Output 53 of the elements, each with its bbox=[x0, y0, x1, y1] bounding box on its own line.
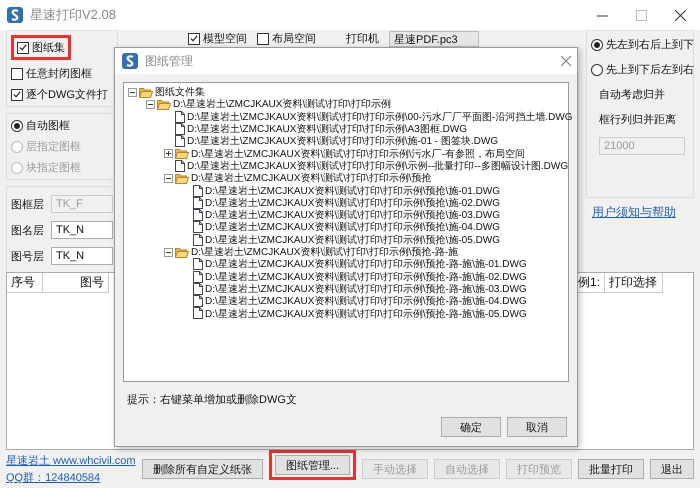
action-button[interactable]: 批量打印 bbox=[578, 459, 644, 479]
tree-item[interactable]: D:\星速岩土\ZMCJKAUX资料\测试\打印\打印示例\预抢-路-施\施-05.DWG bbox=[205, 306, 527, 320]
tree-item[interactable]: D:\星速岩土\ZMCJKAUX资料\测试\打印\打印示例\预抢-路-施\施-03.DWG bbox=[205, 282, 527, 296]
window-title: 星速打印V2.08 bbox=[30, 6, 117, 24]
tree-item[interactable]: D:\星速岩土\ZMCJKAUX资料\测试\打印\打印示例\预抢 bbox=[191, 171, 432, 186]
printer-dropdown[interactable]: 星速PDF.pc3 bbox=[389, 31, 479, 47]
help-link[interactable]: 用户须知与帮助 bbox=[586, 204, 694, 221]
tree-item[interactable]: D:\星速岩土\ZMCJKAUX资料\测试\打印\打印示例\预抢-路-施 bbox=[191, 245, 458, 260]
radio-label: 先上到下后左到右 bbox=[606, 63, 694, 77]
tree-item[interactable]: D:\星速岩土\ZMCJKAUX资料\测试\打印\打印示例\施-01 - 图签块.DWG bbox=[187, 134, 498, 148]
tree-item[interactable]: D:\星速岩土\ZMCJKAUX资料\测试\打印\打印示例\预抢\施-02.DWG bbox=[205, 196, 500, 210]
radio-label: 自动图框 bbox=[26, 119, 70, 133]
qq-group-link[interactable]: QQ群：124840584 bbox=[6, 470, 136, 485]
dialog-title: 图纸管理 bbox=[145, 52, 194, 70]
action-button[interactable]: 图纸管理... bbox=[274, 455, 350, 475]
column-header: 打印选择 bbox=[605, 273, 663, 293]
tree-item[interactable]: D:\星速岩土\ZMCJKAUX资料\测试\打印\打印示例\示例--批量打印--多图幅设计图.DWG bbox=[187, 158, 568, 173]
tree-item[interactable]: D:\星速岩土\ZMCJKAUX资料\测试\打印\打印示例\预抢-路-施\施-04.DWG bbox=[205, 294, 527, 308]
layer-field[interactable]: TK_N bbox=[51, 247, 113, 265]
dialog-button[interactable]: 取消 bbox=[507, 417, 567, 437]
website-link[interactable]: 星速岩土 www.whcivil.com bbox=[6, 453, 136, 468]
radio-label: 先左到右后上到下 bbox=[606, 38, 694, 52]
action-button[interactable]: 退出 bbox=[650, 459, 694, 479]
layer-field[interactable]: TK_N bbox=[51, 221, 113, 239]
radio-label: 层指定图框 bbox=[26, 140, 81, 154]
tree-item[interactable]: D:\星速岩土\ZMCJKAUX资料\测试\打印\打印示例\预抢\施-04.DWG bbox=[205, 220, 500, 234]
tree-item[interactable]: D:\星速岩土\ZMCJKAUX资料\测试\打印\打印示例\预抢\施-05.DWG bbox=[205, 232, 500, 247]
field-label: 框行列归并距离 bbox=[598, 112, 677, 127]
checkbox-label: 任意封闭图框 bbox=[26, 67, 92, 81]
checkbox-label: 布局空间 bbox=[272, 32, 316, 46]
field-label: 图号层 bbox=[11, 250, 45, 264]
tree-item[interactable]: D:\星速岩土\ZMCJKAUX资料\测试\打印\打印示例\A3图框.DWG bbox=[187, 122, 468, 136]
tree-item[interactable]: D:\星速岩土\ZMCJKAUX资料\测试\打印\打印示例\预抢\施-03.DWG bbox=[205, 208, 500, 222]
column-header: 图号 bbox=[43, 273, 109, 293]
tree-item[interactable]: 图纸文件集 bbox=[155, 85, 205, 100]
tree-item[interactable]: D:\星速岩土\ZMCJKAUX资料\测试\打印\打印示例 bbox=[173, 97, 391, 112]
field-label: 图名层 bbox=[11, 224, 45, 238]
checkbox-label: 自动考虑归并 bbox=[598, 88, 666, 102]
tree-item[interactable]: D:\星速岩土\ZMCJKAUX资料\测试\打印\打印示例\00-污水厂厂平面图-沿河挡土墙.DWG bbox=[187, 110, 573, 124]
dialog-button[interactable]: 确定 bbox=[441, 417, 501, 437]
tree-item[interactable]: D:\星速岩土\ZMCJKAUX资料\测试\打印\打印示例\污水厂-有参照，布局空间 bbox=[191, 146, 525, 161]
column-header: 序号 bbox=[7, 273, 43, 293]
checkbox-label: 模型空间 bbox=[203, 32, 247, 46]
checkbox-label: 逐个DWG文件打 bbox=[26, 88, 108, 102]
tree-item[interactable]: D:\星速岩土\ZMCJKAUX资料\测试\打印\打印示例\预抢\施-01.DWG bbox=[205, 184, 500, 198]
tree-item[interactable]: D:\星速岩土\ZMCJKAUX资料\测试\打印\打印示例\预抢-路-施\施-02.DWG bbox=[205, 270, 527, 284]
hint-text: 提示：右键菜单增加或删除DWG文 bbox=[126, 392, 298, 408]
checkbox-label: 图纸集 bbox=[32, 41, 65, 55]
tree-item[interactable]: D:\星速岩土\ZMCJKAUX资料\测试\打印\打印示例\预抢-路-施\施-01.DWG bbox=[205, 257, 527, 272]
radio-label: 块指定图框 bbox=[26, 160, 81, 175]
printer-label: 打印机 bbox=[346, 32, 379, 46]
action-button[interactable]: 删除所有自定义纸张 bbox=[142, 459, 263, 479]
field-label: 图框层 bbox=[11, 198, 45, 212]
